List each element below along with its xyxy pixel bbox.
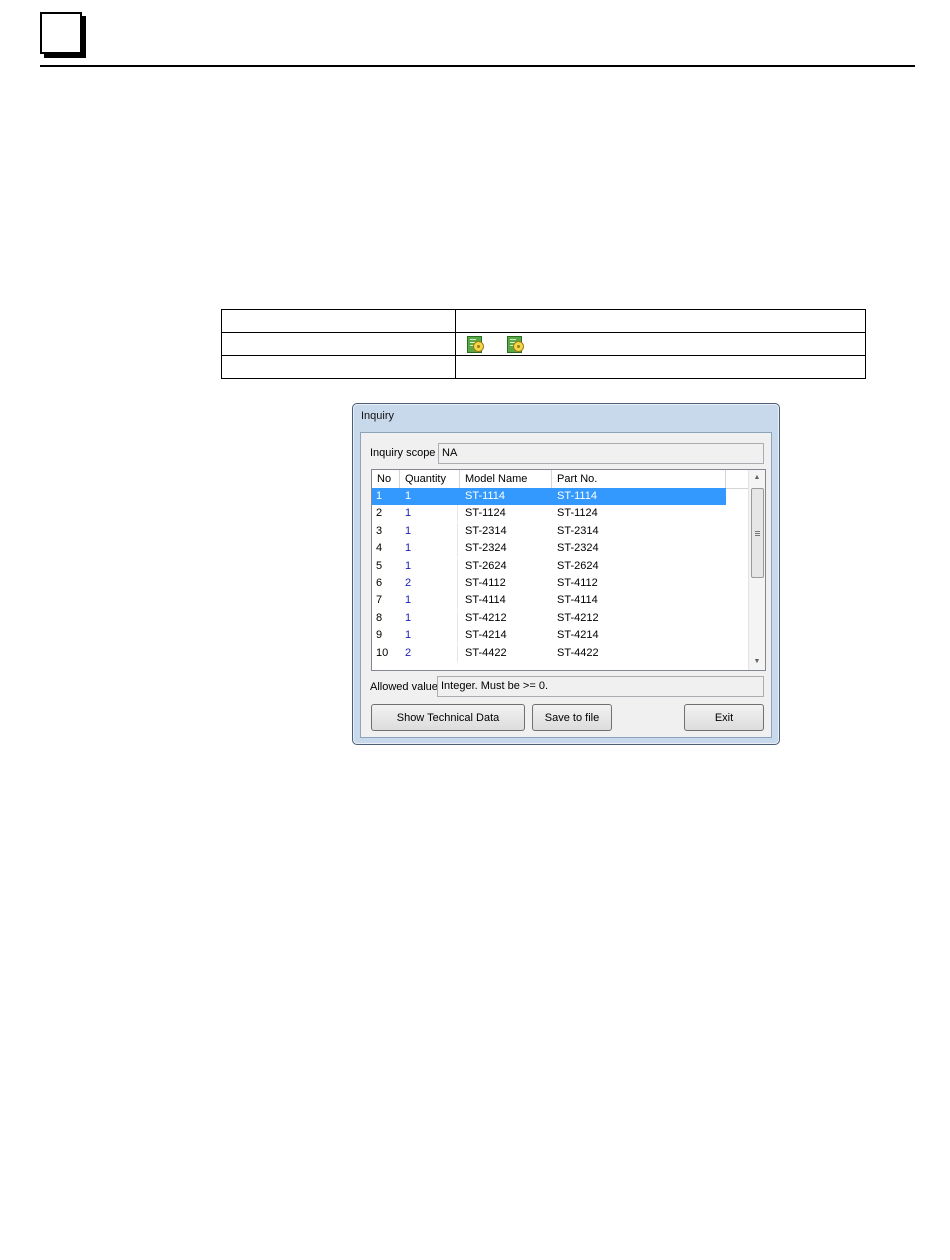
document-gear-icon bbox=[466, 336, 484, 353]
table-row[interactable]: 6 2 ST-4112 ST-4112 bbox=[372, 574, 750, 592]
document-gear-icon bbox=[506, 336, 524, 353]
row-number: 2 bbox=[376, 507, 383, 520]
table-row[interactable]: 2 1 ST-1124 ST-1124 bbox=[372, 505, 750, 523]
row-quantity: 1 bbox=[405, 490, 412, 502]
inquiry-dialog: Inquiry Inquiry scope NA No Quantity Mod… bbox=[352, 403, 780, 745]
inquiry-scope-field[interactable]: NA bbox=[438, 443, 764, 464]
table-row[interactable]: 10 2 ST-4422 ST-4422 bbox=[372, 644, 750, 662]
inquiry-list[interactable]: No Quantity Model Name Part No. 1 1 ST-111… bbox=[371, 469, 766, 671]
show-technical-data-button[interactable]: Show Technical Data bbox=[371, 704, 525, 731]
toolbar-table bbox=[221, 309, 866, 379]
inquiry-scope-label: Inquiry scope bbox=[370, 447, 436, 459]
table-cell bbox=[221, 332, 456, 356]
dialog-title: Inquiry bbox=[361, 410, 395, 422]
scroll-up-icon[interactable]: ▲ bbox=[749, 470, 765, 486]
row-part-no: ST-2314 bbox=[557, 524, 599, 537]
row-model-name: ST-2324 bbox=[465, 542, 507, 555]
table-row bbox=[221, 309, 866, 333]
row-model-name: ST-4212 bbox=[465, 611, 507, 624]
row-quantity: 1 bbox=[405, 594, 412, 607]
table-cell bbox=[221, 309, 456, 333]
row-quantity: 2 bbox=[405, 646, 412, 659]
table-row[interactable]: 1 1 ST-1114 ST-1114 bbox=[372, 488, 726, 506]
list-rows: 1 1 ST-1114 ST-1114 2 1 ST-1124 ST-1124 3 1 ST-231… bbox=[372, 488, 750, 662]
allowed-value-label: Allowed value bbox=[370, 681, 438, 693]
row-quantity: 1 bbox=[405, 629, 412, 642]
row-model-name: ST-2314 bbox=[465, 524, 507, 537]
row-part-no: ST-2624 bbox=[557, 559, 599, 572]
row-quantity: 2 bbox=[405, 576, 412, 589]
column-header-quantity[interactable]: Quantity bbox=[400, 470, 460, 488]
page-marker-box bbox=[40, 12, 82, 54]
table-cell bbox=[455, 309, 866, 333]
row-model-name: ST-1114 bbox=[465, 490, 505, 502]
row-number: 4 bbox=[376, 542, 383, 555]
row-quantity: 1 bbox=[405, 524, 412, 537]
scroll-down-icon[interactable]: ▼ bbox=[749, 654, 765, 670]
row-number: 1 bbox=[376, 490, 383, 502]
allowed-value-field: Integer. Must be >= 0. bbox=[437, 676, 764, 697]
table-cell bbox=[455, 332, 866, 356]
table-cell bbox=[455, 355, 866, 379]
row-number: 3 bbox=[376, 524, 383, 537]
row-part-no: ST-4422 bbox=[557, 646, 599, 659]
row-model-name: ST-4422 bbox=[465, 646, 507, 659]
row-quantity: 1 bbox=[405, 542, 412, 555]
save-to-file-button[interactable]: Save to file bbox=[532, 704, 612, 731]
row-part-no: ST-2324 bbox=[557, 542, 599, 555]
row-part-no: ST-4214 bbox=[557, 629, 599, 642]
table-row[interactable]: 9 1 ST-4214 ST-4214 bbox=[372, 627, 750, 645]
row-part-no: ST-4112 bbox=[557, 576, 598, 589]
row-number: 8 bbox=[376, 611, 383, 624]
table-row[interactable]: 4 1 ST-2324 ST-2324 bbox=[372, 540, 750, 558]
table-row bbox=[221, 355, 866, 379]
table-row bbox=[221, 332, 866, 356]
row-part-no: ST-1124 bbox=[557, 507, 598, 520]
column-header-model-name[interactable]: Model Name bbox=[460, 470, 552, 488]
table-row[interactable]: 8 1 ST-4212 ST-4212 bbox=[372, 609, 750, 627]
table-row[interactable]: 7 1 ST-4114 ST-4114 bbox=[372, 592, 750, 610]
row-model-name: ST-2624 bbox=[465, 559, 507, 572]
row-model-name: ST-4114 bbox=[465, 594, 506, 607]
row-part-no: ST-4114 bbox=[557, 594, 598, 607]
row-number: 6 bbox=[376, 576, 383, 589]
row-number: 10 bbox=[376, 646, 389, 659]
table-row[interactable]: 3 1 ST-2314 ST-2314 bbox=[372, 522, 750, 540]
vertical-scrollbar[interactable]: ▲ ▼ bbox=[748, 470, 765, 670]
table-cell bbox=[221, 355, 456, 379]
row-part-no: ST-1114 bbox=[557, 490, 597, 502]
header-rule bbox=[40, 65, 915, 67]
column-header-no[interactable]: No bbox=[372, 470, 400, 488]
exit-button[interactable]: Exit bbox=[684, 704, 764, 731]
dialog-client-area: Inquiry scope NA No Quantity Model Name … bbox=[360, 432, 772, 738]
scroll-thumb[interactable] bbox=[751, 488, 764, 578]
list-header: No Quantity Model Name Part No. bbox=[372, 470, 750, 489]
row-model-name: ST-1124 bbox=[465, 507, 506, 520]
row-quantity: 1 bbox=[405, 611, 412, 624]
row-quantity: 1 bbox=[405, 559, 412, 572]
row-number: 9 bbox=[376, 629, 383, 642]
table-row[interactable]: 5 1 ST-2624 ST-2624 bbox=[372, 557, 750, 575]
row-number: 5 bbox=[376, 559, 383, 572]
column-header-part-no[interactable]: Part No. bbox=[552, 470, 726, 488]
row-part-no: ST-4212 bbox=[557, 611, 599, 624]
row-model-name: ST-4112 bbox=[465, 576, 506, 589]
row-quantity: 1 bbox=[405, 507, 412, 520]
row-number: 7 bbox=[376, 594, 383, 607]
row-model-name: ST-4214 bbox=[465, 629, 507, 642]
